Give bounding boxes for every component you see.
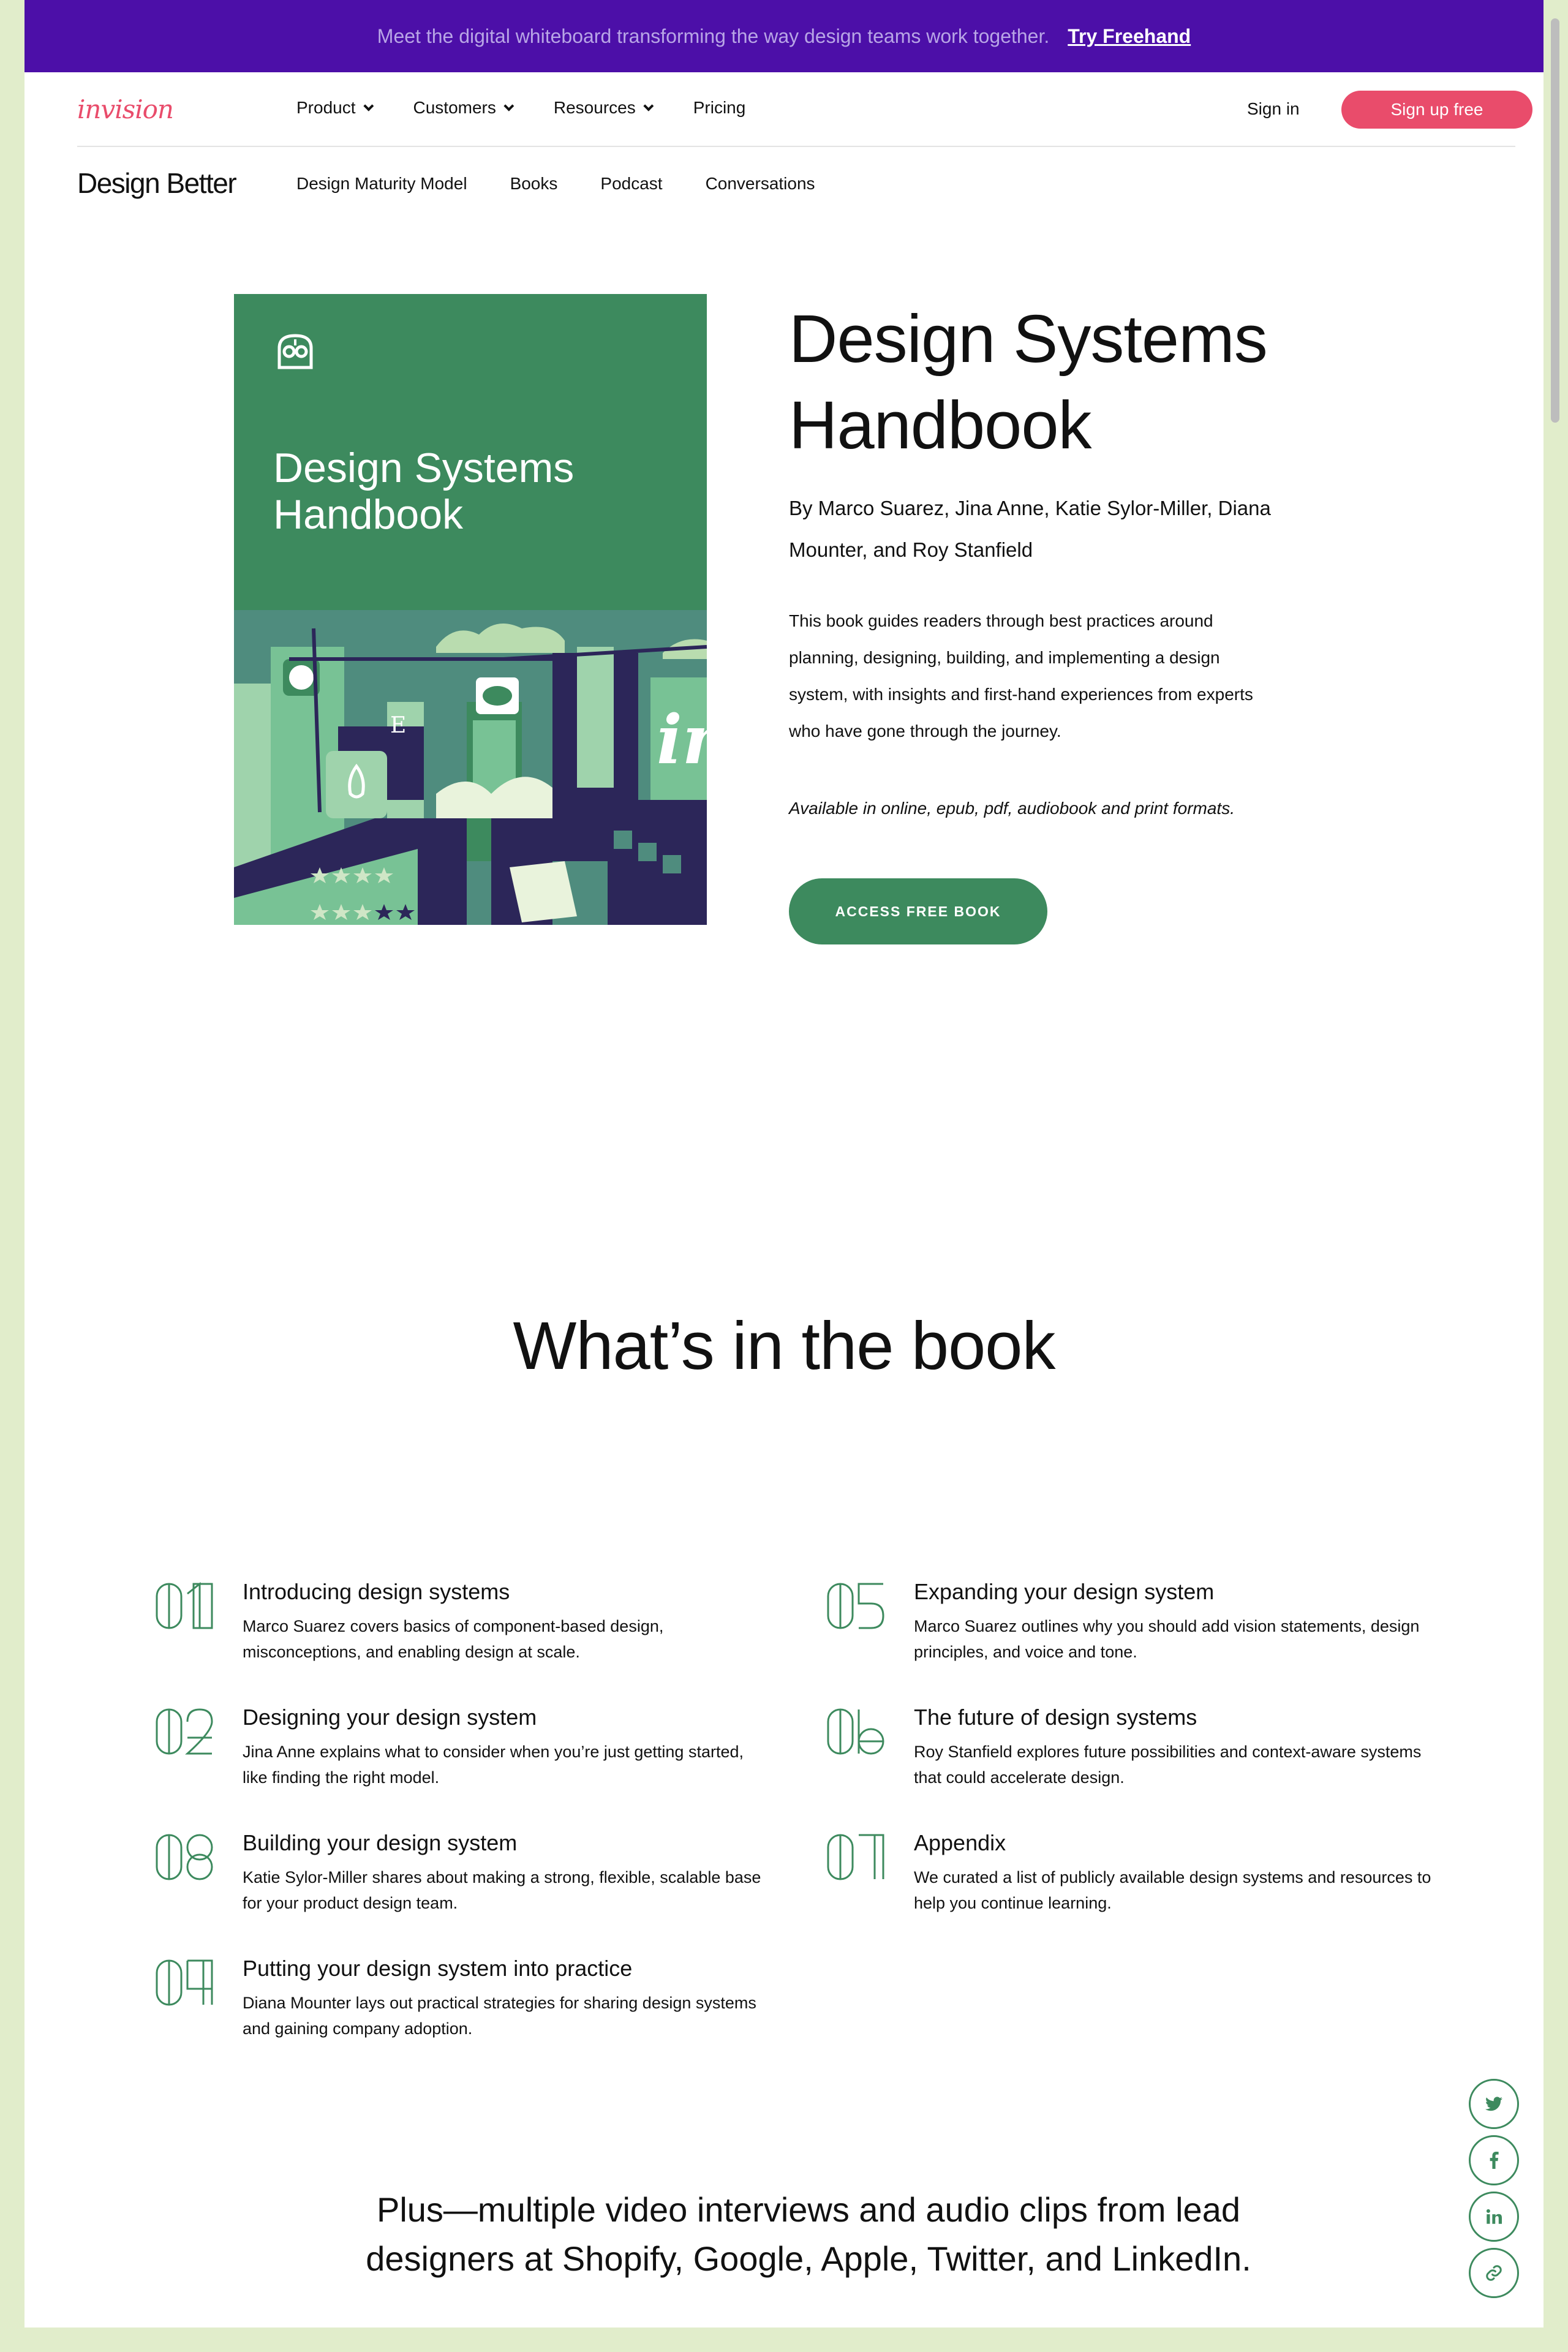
chapter-title: The future of design systems	[914, 1705, 1197, 1730]
chapter-item: Building your design system Katie Sylor-…	[154, 1822, 761, 1932]
access-free-book-button[interactable]: ACCESS FREE BOOK	[789, 878, 1047, 944]
chapter-item: The future of design systems Roy Stanfie…	[826, 1696, 1421, 1806]
book-authors: By Marco Suarez, Jina Anne, Katie Sylor-…	[789, 497, 1271, 561]
chapter-number-icon	[827, 1583, 884, 1629]
design-better-logo[interactable]: Design Better	[77, 167, 237, 200]
plus-statement: Plus—multiple video interviews and audio…	[366, 2190, 1251, 2278]
cover-top: Design Systems Handbook	[234, 294, 707, 610]
chapter-item: Designing your design system Jina Anne e…	[154, 1696, 744, 1806]
chapter-item: Expanding your design system Marco Suare…	[826, 1570, 1419, 1681]
banner-message: Meet the digital whiteboard transforming…	[377, 24, 1050, 47]
nav-customers[interactable]: Customers	[413, 98, 514, 118]
nav-product-label: Product	[296, 98, 356, 117]
nav-resources-label: Resources	[553, 98, 636, 117]
chapter-description: Jina Anne explains what to consider when…	[243, 1743, 744, 1787]
city-illustration: E in	[234, 610, 707, 925]
chapter-title: Building your design system	[243, 1830, 518, 1855]
sign-in-link[interactable]: Sign in	[1247, 99, 1300, 119]
chapter-title: Appendix	[914, 1830, 1006, 1855]
chapter-title: Designing your design system	[243, 1705, 537, 1730]
subnav-podcast[interactable]: Podcast	[600, 174, 662, 194]
top-nav: invision Product Customers Resources Pri…	[24, 72, 1544, 146]
nav-product[interactable]: Product	[296, 98, 374, 118]
nav-pricing[interactable]: Pricing	[693, 98, 746, 118]
chapter-item: Introducing design systems Marco Suarez …	[154, 1570, 742, 1681]
facebook-icon	[1490, 2152, 1499, 2169]
chapter-description: Marco Suarez outlines why you should add…	[914, 1617, 1420, 1661]
chapter-description: Roy Stanfield explores future possibilit…	[914, 1743, 1422, 1787]
scrollbar-thumb[interactable]	[1551, 18, 1559, 423]
twitter-icon	[1485, 2097, 1502, 2111]
chapter-number-icon	[827, 1834, 884, 1880]
book-description: This book guides readers through best pr…	[789, 611, 1253, 741]
chapter-number-icon	[156, 1708, 213, 1755]
chapter-number-icon	[156, 1834, 213, 1880]
chapter-title: Putting your design system into practice	[243, 1956, 633, 1981]
chapter-title: Introducing design systems	[243, 1579, 510, 1604]
sign-up-button[interactable]: Sign up free	[1341, 91, 1532, 129]
chapter-number-icon	[827, 1708, 884, 1755]
try-freehand-link[interactable]: Try Freehand	[1068, 25, 1191, 48]
nav-customers-label: Customers	[413, 98, 496, 117]
svg-text:E: E	[390, 713, 406, 738]
chapter-title: Expanding your design system	[914, 1579, 1215, 1604]
link-icon	[1486, 2265, 1502, 2281]
promo-banner: Meet the digital whiteboard transforming…	[24, 0, 1544, 72]
chevron-down-icon	[363, 100, 374, 111]
chapter-description: We curated a list of publicly available …	[914, 1868, 1431, 1912]
nav-pricing-label: Pricing	[693, 98, 746, 117]
chapter-item: Appendix We curated a list of publicly a…	[826, 1822, 1431, 1932]
chevron-down-icon	[643, 100, 654, 111]
chapter-description: Marco Suarez covers basics of component-…	[243, 1617, 664, 1661]
page: Meet the digital whiteboard transforming…	[24, 0, 1544, 2328]
scrollbar[interactable]	[1545, 0, 1566, 2328]
twitter-share-button[interactable]	[1469, 2079, 1519, 2129]
book-formats: Available in online, epub, pdf, audioboo…	[789, 799, 1235, 818]
sub-nav: Design Better Design Maturity Model Book…	[24, 147, 1544, 221]
linkedin-icon	[1486, 2209, 1502, 2224]
chevron-down-icon	[503, 100, 514, 111]
contents-title: What’s in the book	[513, 1308, 1056, 1384]
chapter-number-icon	[156, 1581, 213, 1629]
book-cover: Design Systems Handbook E in	[234, 294, 707, 925]
chapter-description: Katie Sylor-Miller shares about making a…	[243, 1868, 761, 1912]
chapter-description: Diana Mounter lays out practical strateg…	[243, 1994, 756, 2038]
subnav-conversations[interactable]: Conversations	[706, 174, 815, 194]
cover-title: Design Systems Handbook	[273, 445, 575, 538]
invision-logo[interactable]: invision	[77, 94, 174, 124]
linkedin-share-button[interactable]	[1469, 2192, 1519, 2242]
chapter-number-icon	[156, 1959, 213, 2006]
svg-text:in: in	[657, 700, 707, 779]
subnav-design-maturity-model[interactable]: Design Maturity Model	[296, 174, 467, 194]
facebook-share-button[interactable]	[1469, 2135, 1519, 2185]
chapter-item: Putting your design system into practice…	[154, 1947, 756, 2057]
page-background	[0, 2328, 1568, 2352]
nav-resources[interactable]: Resources	[553, 98, 654, 118]
owl-icon	[277, 334, 313, 369]
subnav-books[interactable]: Books	[510, 174, 558, 194]
book-title: Design Systems Handbook	[789, 301, 1268, 463]
copy-link-button[interactable]	[1469, 2248, 1519, 2298]
social-share-bar	[1469, 2079, 1519, 2304]
